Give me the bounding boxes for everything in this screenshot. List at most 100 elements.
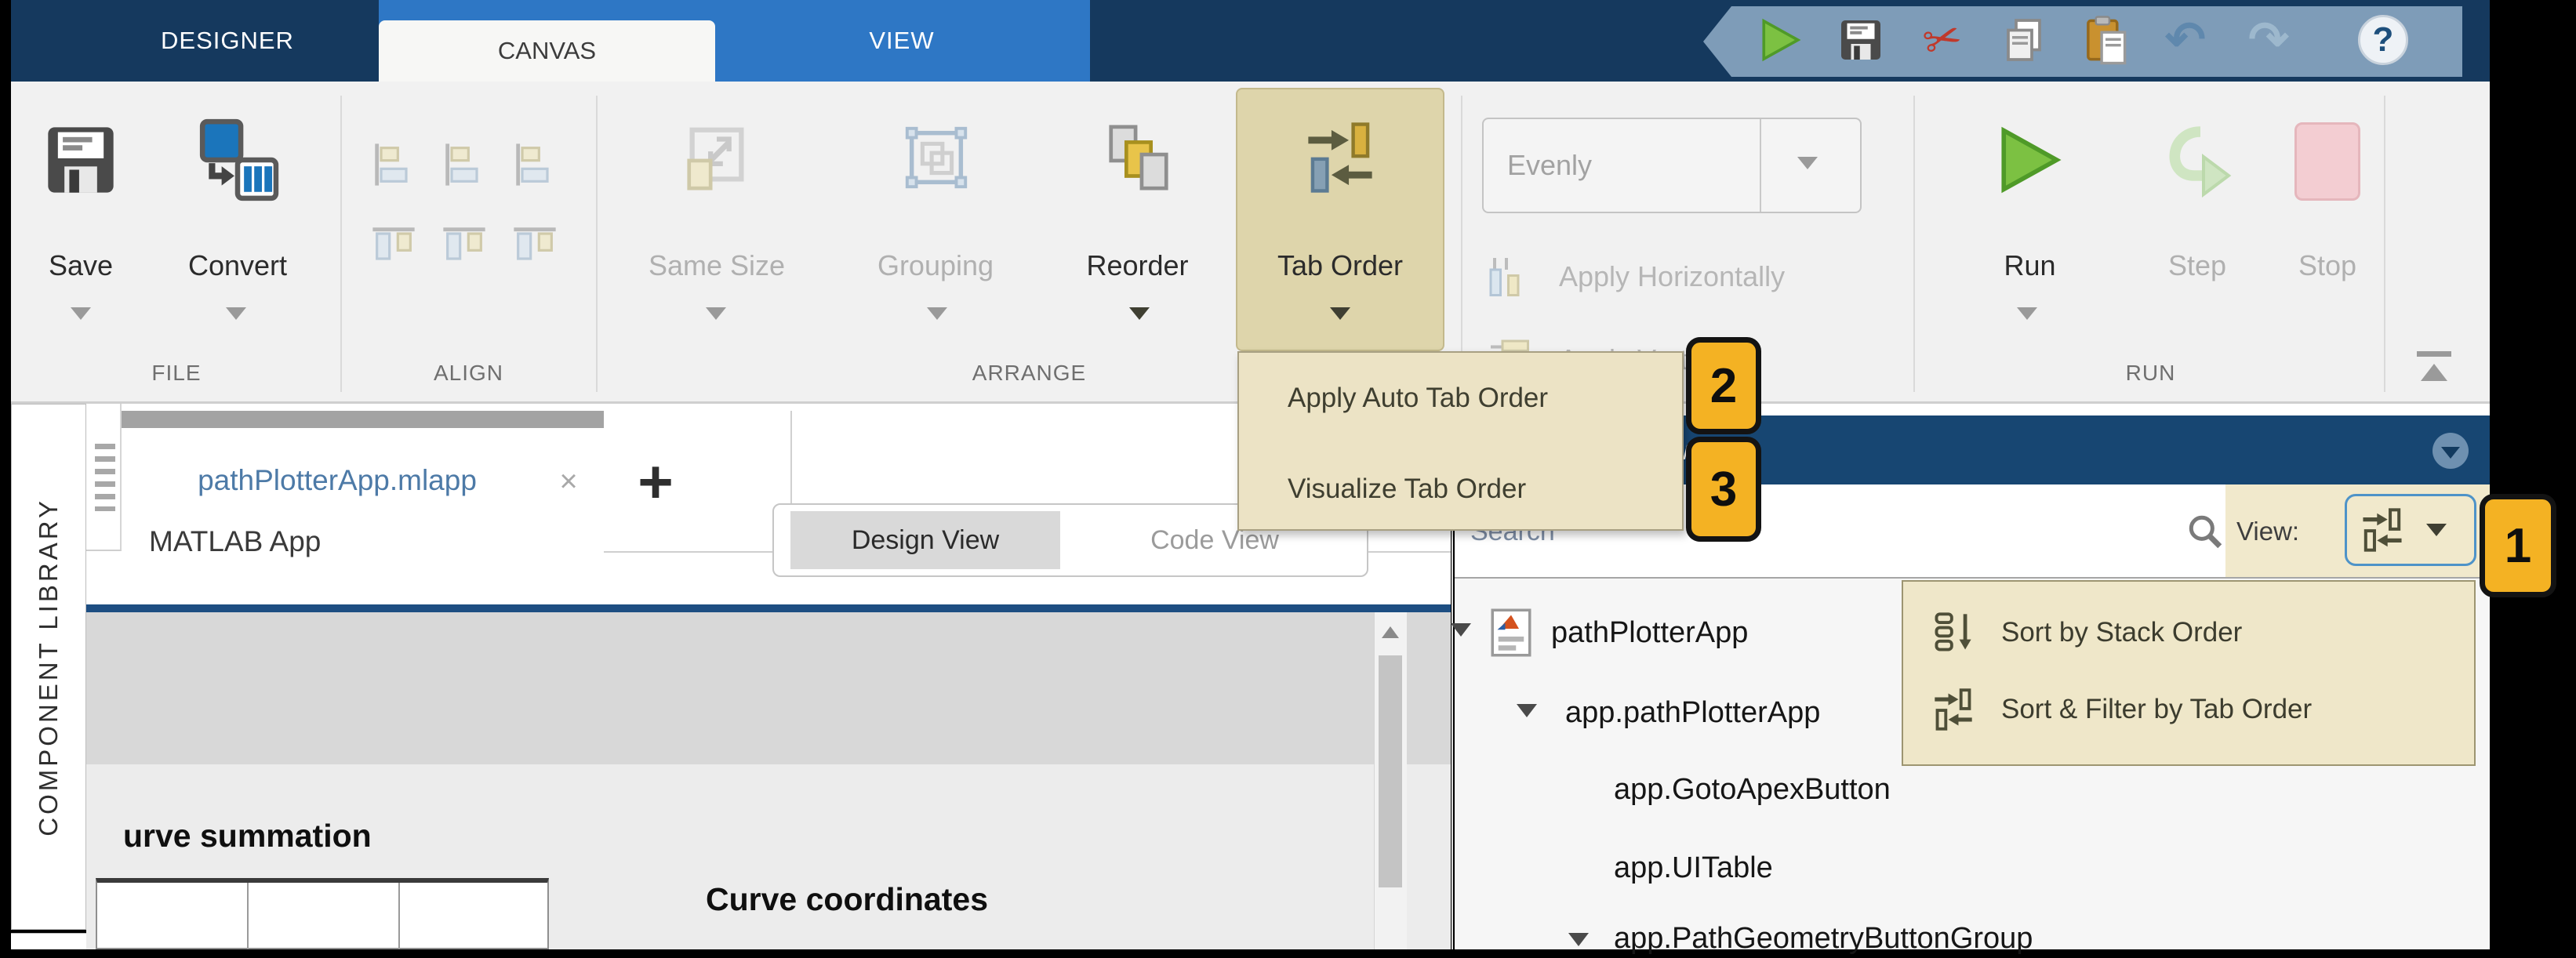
undo-icon[interactable]: ↶ <box>2160 14 2211 66</box>
view-dropdown-caret <box>2426 524 2447 536</box>
save-icon[interactable] <box>1835 14 1887 66</box>
align-right-icon[interactable] <box>510 140 560 190</box>
tab-order-view-icon <box>2359 506 2406 553</box>
annotation-badge-2: 2 <box>1686 337 1761 434</box>
stack-order-icon <box>1931 610 1976 655</box>
menu-item-visualize-tab-order[interactable]: Visualize Tab Order <box>1288 469 1664 510</box>
section-label-align: ALIGN <box>404 359 533 387</box>
section-divider <box>340 96 342 392</box>
view-dropdown-label: View: <box>2236 513 2346 550</box>
tab-canvas[interactable]: CANVAS <box>379 20 715 82</box>
tab-order-caret[interactable] <box>1330 307 1350 320</box>
run-button[interactable] <box>1995 116 2066 204</box>
grouping-caret <box>927 307 947 320</box>
align-bottom-icon[interactable] <box>510 221 560 271</box>
save-button-label: Save <box>22 248 140 284</box>
stop-label: Stop <box>2284 248 2371 284</box>
step-button <box>2155 116 2240 204</box>
paste-icon[interactable] <box>2080 14 2131 66</box>
annotation-badge-3: 3 <box>1686 437 1761 542</box>
component-library-strip[interactable]: COMPONENT LIBRARY <box>11 404 86 930</box>
help-glyph: ? <box>2358 15 2408 65</box>
tab-order-label: Tab Order <box>1253 248 1427 284</box>
tab-designer[interactable]: DESIGNER <box>86 0 369 82</box>
app-title: MATLAB App <box>149 522 408 561</box>
search-icon[interactable] <box>2185 511 2225 552</box>
app-canvas-titlebar-band <box>86 612 1451 764</box>
design-view-button[interactable]: Design View <box>790 511 1060 569</box>
scrollbar-up-icon[interactable] <box>1374 612 1407 651</box>
tree-expand-caret[interactable] <box>1517 704 1537 717</box>
new-tab-button[interactable]: + <box>624 444 687 519</box>
tree-item-path-geometry-group[interactable]: app.PathGeometryButtonGroup <box>1614 919 2163 958</box>
canvas-label-curve-summation[interactable]: urve summation <box>123 815 562 856</box>
tab-order-icon[interactable] <box>1302 116 1379 199</box>
redo-icon[interactable]: ↷ <box>2243 14 2294 66</box>
copy-icon[interactable] <box>1998 14 2050 66</box>
same-size-caret <box>706 307 726 320</box>
run-caret[interactable] <box>2017 307 2037 320</box>
menu-item-sort-filter-by-tab-order[interactable]: Sort & Filter by Tab Order <box>2001 690 2448 729</box>
align-left-icon[interactable] <box>369 140 419 190</box>
redo-glyph: ↷ <box>2248 16 2289 64</box>
reorder-button[interactable] <box>1101 116 1176 199</box>
tree-item-goto-apex-button[interactable]: app.GotoApexButton <box>1614 770 2022 809</box>
menu-item-sort-by-stack-order[interactable]: Sort by Stack Order <box>2001 613 2448 652</box>
same-size-label: Same Size <box>626 248 808 284</box>
tree-expand-caret[interactable] <box>1568 933 1589 946</box>
close-icon[interactable]: × <box>549 461 588 502</box>
annotation-badge-1: 1 <box>2480 494 2556 597</box>
section-label-file: FILE <box>118 359 235 387</box>
component-library-footer <box>11 933 86 949</box>
drag-grip-icon[interactable] <box>95 444 115 511</box>
save-button[interactable] <box>41 116 121 204</box>
stop-button <box>2294 122 2360 201</box>
combo-divider <box>1760 119 1761 212</box>
reorder-label: Reorder <box>1057 248 1218 284</box>
section-label-arrange: ARRANGE <box>945 359 1114 387</box>
help-icon[interactable]: ? <box>2357 14 2409 66</box>
view-menu <box>1902 580 2476 766</box>
tree-item-app-figure[interactable]: app.pathPlotterApp <box>1565 693 1902 732</box>
table-column-divider <box>247 883 249 949</box>
document-tab-label: pathPlotterApp.mlapp <box>153 459 521 503</box>
section-label-run: RUN <box>2070 359 2231 387</box>
convert-dropdown-caret[interactable] <box>226 307 246 320</box>
canvas-ui-table[interactable] <box>96 878 549 949</box>
mlapp-file-icon <box>1487 604 1535 662</box>
collapse-ribbon-icon[interactable] <box>2409 350 2459 395</box>
tab-view[interactable]: VIEW <box>749 0 1055 82</box>
scrollbar-thumb[interactable] <box>1379 655 1402 887</box>
step-label: Step <box>2150 248 2244 284</box>
component-library-label: COMPONENT LIBRARY <box>34 498 64 836</box>
canvas-label-curve-coordinates[interactable]: Curve coordinates <box>706 878 1145 920</box>
reorder-caret[interactable] <box>1129 307 1150 320</box>
convert-button-label: Convert <box>163 248 312 284</box>
panel-collapse-icon[interactable] <box>2432 433 2469 469</box>
save-dropdown-caret[interactable] <box>71 307 91 320</box>
section-divider <box>1913 96 1915 392</box>
grouping-button <box>899 116 974 199</box>
cut-icon[interactable]: ✂ <box>1917 14 1968 66</box>
align-top-icon[interactable] <box>369 221 419 271</box>
document-tab-active-stripe <box>122 411 604 428</box>
align-center-icon[interactable] <box>439 140 489 190</box>
tree-item-root[interactable]: pathPlotterApp <box>1551 613 1896 652</box>
same-size-button <box>679 116 754 199</box>
menu-item-apply-auto-tab-order[interactable]: Apply Auto Tab Order <box>1288 378 1664 419</box>
section-divider <box>2384 96 2385 392</box>
scissors-glyph: ✂ <box>1917 10 1967 70</box>
align-middle-icon[interactable] <box>439 221 489 271</box>
section-divider <box>596 96 598 392</box>
apply-horizontally-icon <box>1485 251 1535 304</box>
section-divider <box>1461 96 1462 392</box>
tree-item-uitable[interactable]: app.UITable <box>1614 848 1865 887</box>
run-icon[interactable] <box>1755 14 1807 66</box>
app-canvas-top-border <box>86 604 1451 612</box>
run-label: Run <box>1989 248 2071 284</box>
spacing-combo-caret <box>1797 157 1818 169</box>
tree-expand-caret[interactable] <box>1451 623 1471 637</box>
apply-horizontally-label: Apply Horizontally <box>1559 259 1904 295</box>
table-column-divider <box>398 883 400 949</box>
convert-button[interactable] <box>194 116 281 204</box>
